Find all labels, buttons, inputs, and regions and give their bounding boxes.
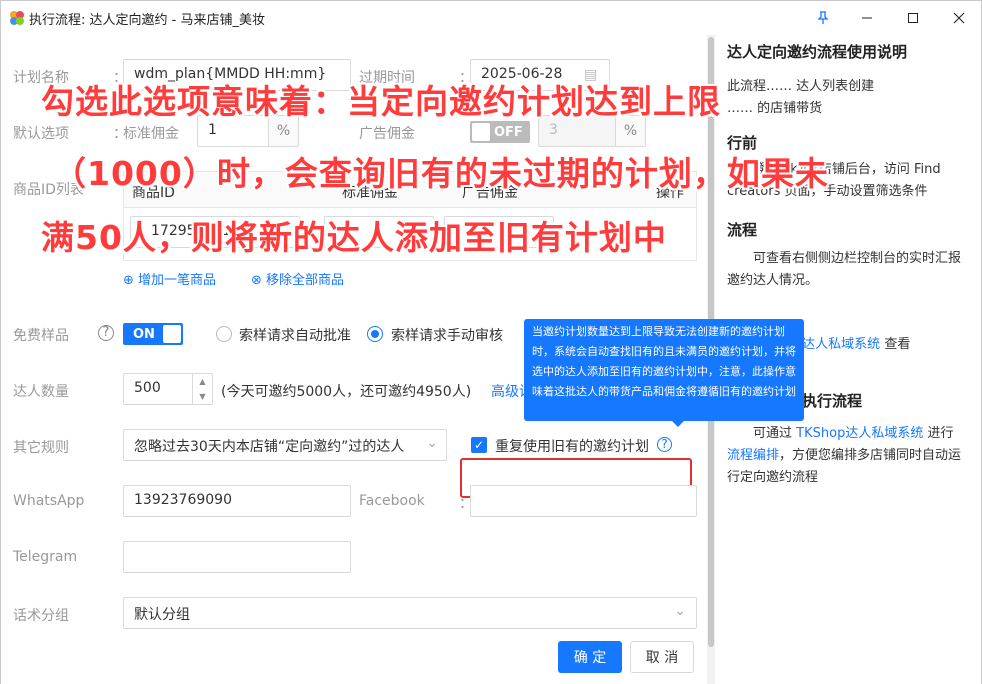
- product-id-input[interactable]: 172959991: [130, 216, 300, 248]
- x-circle-icon: ⊗: [251, 273, 262, 288]
- toggle-knob: [472, 123, 490, 141]
- pin-icon[interactable]: [801, 1, 845, 35]
- section-flow-heading: 流程: [727, 221, 758, 239]
- whatsapp-label: WhatsApp: [13, 493, 85, 509]
- app-window: 执行流程: 达人定向邀约 - 马来店铺_美妆 计划名称 ： wdm_plan{M…: [0, 0, 982, 684]
- remove-all-label: 移除全部商品: [266, 273, 345, 288]
- stepper-arrows-icon[interactable]: ▲ ▼: [192, 374, 212, 404]
- tkshop-link[interactable]: TKShop达人私域系统: [796, 426, 923, 441]
- add-product-button[interactable]: ⊕ 增加一笔商品: [123, 269, 216, 288]
- other-rules-select[interactable]: 忽略过去30天内本店铺“定向邀约”过的达人 ⌄: [123, 429, 447, 461]
- free-sample-toggle-label: ON: [133, 326, 155, 342]
- multi-store-text-b: 进行: [927, 426, 954, 441]
- col-actions: 操作: [656, 185, 684, 201]
- view-text: 查看: [884, 337, 911, 352]
- advanced-settings-link[interactable]: 高级设置: [491, 381, 525, 401]
- table-header: 商品ID 标准佣金 广告佣金 操作: [124, 172, 696, 208]
- telegram-input[interactable]: [123, 541, 351, 573]
- plan-name-input[interactable]: wdm_plan{MMDD HH:mm}: [123, 59, 351, 91]
- whatsapp-input[interactable]: 13923769090: [123, 485, 351, 517]
- default-options-label: 默认选项: [13, 126, 69, 142]
- std-commission-label: 标准佣金: [123, 126, 179, 142]
- maximize-icon[interactable]: [891, 1, 935, 35]
- creator-quota-note: (今天可邀约5000人，还可邀约4950人): [221, 384, 472, 400]
- help-icon[interactable]: ?: [657, 437, 672, 452]
- minimize-icon[interactable]: [845, 1, 889, 35]
- reuse-plan-checkbox[interactable]: ✓: [471, 437, 487, 453]
- col-std-commission: 标准佣金: [342, 185, 398, 201]
- title-bar: 执行流程: 达人定向邀约 - 马来店铺_美妆: [1, 1, 981, 35]
- reuse-plan-tooltip: 当邀约计划数量达到上限导致无法创建新的邀约计划时，系统会自动查找旧有的且未满员的…: [524, 319, 804, 427]
- telegram-label: Telegram: [13, 549, 78, 565]
- ad-commission-toggle[interactable]: OFF: [470, 121, 530, 143]
- col-product-id: 商品ID: [132, 185, 175, 201]
- ad-toggle-label: OFF: [494, 124, 523, 140]
- radio-auto-approve[interactable]: [216, 326, 232, 342]
- free-sample-toggle[interactable]: ON: [123, 323, 183, 345]
- chevron-down-icon: ⌄: [674, 603, 686, 619]
- chevron-down-icon: ⌄: [426, 435, 438, 451]
- ad-commission-input: 3 %: [538, 115, 646, 147]
- section-prep-heading: 行前: [727, 134, 758, 152]
- col-ad-commission: 广告佣金: [462, 185, 518, 201]
- multi-store-text: 可通过 TKShop达人私域系统 进行 流程编排，方便您编排多店铺同时自动运行定…: [727, 423, 969, 489]
- app-logo-icon: [10, 11, 24, 25]
- calendar-icon[interactable]: ▤: [584, 67, 597, 83]
- intro-text-b: 达人列表创建: [796, 79, 875, 94]
- remove-all-products-button[interactable]: ⊗ 移除全部商品: [251, 269, 344, 288]
- script-group-value: 默认分组: [134, 607, 190, 623]
- plan-name-label: 计划名称: [13, 70, 69, 86]
- facebook-input[interactable]: [470, 485, 697, 517]
- facebook-label: Facebook: [359, 493, 425, 509]
- creator-count-input[interactable]: 500 ▲ ▼: [123, 373, 213, 405]
- other-rules-label: 其它规则: [13, 440, 69, 456]
- section-flow-text: 可查看右侧侧边栏控制台的实时汇报邀约达人情况。: [727, 251, 962, 288]
- plus-circle-icon: ⊕: [123, 273, 134, 288]
- creator-count-label: 达人数量: [13, 384, 69, 400]
- other-rules-value: 忽略过去30天内本店铺“定向邀约”过的达人: [134, 439, 405, 455]
- add-product-label: 增加一笔商品: [138, 273, 217, 288]
- script-group-select[interactable]: 默认分组 ⌄: [123, 597, 697, 629]
- flow-orchestration-link[interactable]: 流程编排: [727, 448, 779, 463]
- script-group-label: 话术分组: [13, 608, 69, 624]
- close-icon[interactable]: [937, 1, 981, 35]
- sidebar-title: 达人定向邀约流程使用说明: [727, 43, 908, 61]
- row-std-commission-input[interactable]: [324, 216, 434, 248]
- reuse-plan-label[interactable]: 重复使用旧有的邀约计划: [495, 436, 649, 456]
- confirm-button[interactable]: 确 定: [558, 641, 622, 673]
- toggle-knob: [163, 325, 181, 343]
- row-ad-commission-input[interactable]: [444, 216, 554, 248]
- window-title: 执行流程: 达人定向邀约 - 马来店铺_美妆: [29, 13, 265, 28]
- help-icon[interactable]: ?: [98, 325, 114, 341]
- radio-manual-review[interactable]: [367, 326, 383, 342]
- product-list-label: 商品ID列表: [13, 182, 84, 198]
- percent-suffix: %: [615, 116, 645, 146]
- section-prep-text: 登录TikTok店铺后台，访问 Find creators 页面，手动设置筛选条…: [727, 162, 941, 199]
- free-sample-label: 免费样品: [13, 328, 69, 344]
- multi-store-text-a: 可通过: [753, 426, 793, 441]
- intro-text-c: 的店铺带货: [757, 101, 823, 116]
- ad-commission-label: 广告佣金: [359, 126, 415, 142]
- percent-suffix: %: [268, 116, 298, 146]
- manual-review-label[interactable]: 索样请求手动审核: [391, 325, 503, 345]
- product-table: 商品ID 标准佣金 广告佣金 操作 172959991: [123, 171, 697, 261]
- sidebar-intro: 此流程…… 达人列表创建…… 的店铺带货: [727, 79, 875, 116]
- intro-text-a: 此流程: [727, 79, 767, 94]
- ad-commission-value: 3: [549, 122, 558, 138]
- std-commission-value: 1: [208, 122, 217, 138]
- cancel-button[interactable]: 取 消: [630, 641, 694, 673]
- auto-approve-label[interactable]: 索样请求自动批准: [239, 325, 351, 345]
- creator-count-value: 500: [134, 380, 161, 396]
- expire-label: 过期时间: [359, 70, 415, 86]
- std-commission-input[interactable]: 1 %: [197, 115, 299, 147]
